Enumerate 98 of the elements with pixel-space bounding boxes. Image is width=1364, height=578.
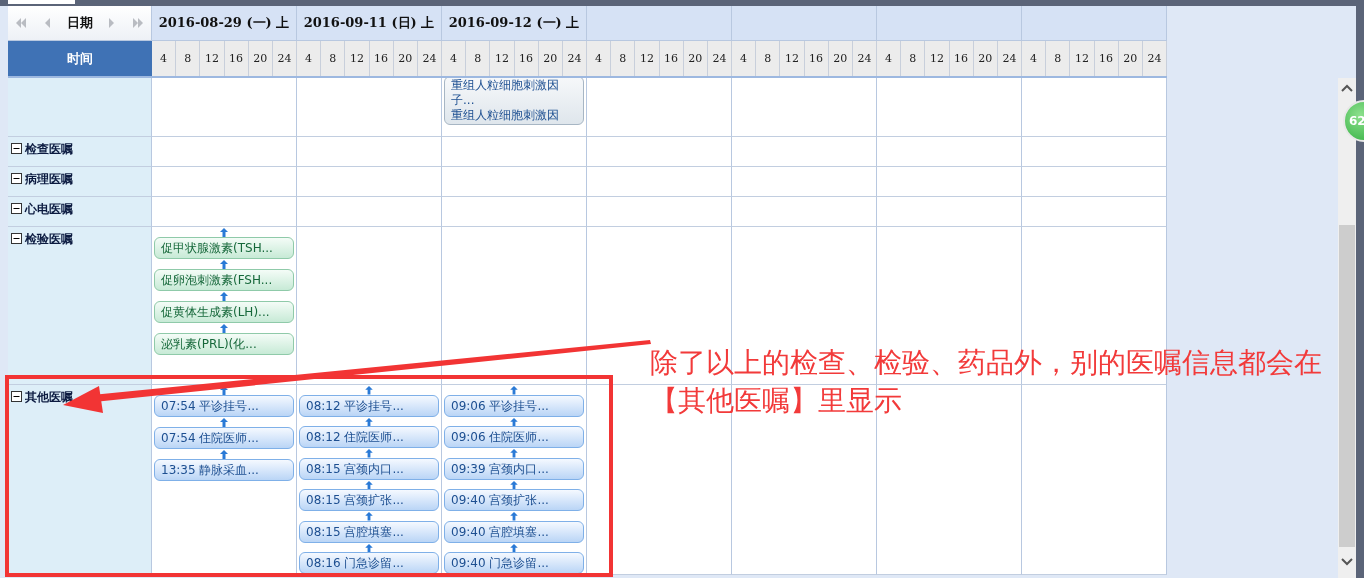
hour-tick: 24 (997, 41, 1023, 76)
hour-tick: 4 (152, 41, 177, 76)
hour-tick: 24 (417, 41, 443, 76)
date-header: 2016-08-29 (一) 上 (152, 6, 297, 41)
up-arrow-icon (365, 480, 373, 489)
order-card[interactable]: 07:54 住院医师... (154, 427, 294, 449)
hour-tick: 12 (635, 41, 660, 76)
order-card[interactable]: 08:12 平诊挂号... (299, 394, 439, 417)
order-card[interactable]: 08:15 宫腔填塞... (299, 520, 439, 543)
hour-tick: 16 (224, 41, 249, 76)
up-arrow-icon (220, 324, 228, 333)
up-arrow-icon (510, 480, 518, 489)
hour-tick: 12 (925, 41, 950, 76)
order-card[interactable]: 促甲状腺激素(TSH... (154, 237, 294, 259)
collapse-icon[interactable] (11, 143, 22, 154)
hour-tick: 4 (1022, 41, 1047, 76)
time-header: 时间 (8, 41, 152, 78)
order-card[interactable]: 促黄体生成素(LH)... (154, 301, 294, 323)
up-arrow-icon (510, 543, 518, 552)
up-arrow-icon (510, 386, 518, 395)
up-arrow-icon (510, 449, 518, 458)
up-arrow-icon (220, 450, 228, 459)
hour-tick: 8 (466, 41, 491, 76)
hour-tick: 20 (1118, 41, 1143, 76)
up-arrow-icon (365, 386, 373, 395)
hour-tick: 24 (707, 41, 733, 76)
hour-tick: 16 (804, 41, 829, 76)
group-label: 病理医嘱 (25, 171, 73, 188)
hour-tick: 20 (393, 41, 418, 76)
collapse-icon[interactable] (11, 391, 22, 402)
hour-tick: 16 (369, 41, 394, 76)
order-card[interactable]: 08:16 门急诊留... (299, 552, 439, 574)
scroll-up-icon[interactable] (1341, 84, 1353, 92)
hour-tick: 12 (345, 41, 370, 76)
order-card[interactable]: 09:06 平诊挂号... (444, 394, 584, 417)
collapse-icon[interactable] (11, 173, 22, 184)
hour-tick: 8 (901, 41, 926, 76)
annotation-note: 除了以上的检查、检验、药品外，别的医嘱信息都会在【其他医嘱】里显示 (650, 345, 1323, 419)
hour-tick: 20 (828, 41, 853, 76)
hour-tick: 24 (1142, 41, 1168, 76)
order-card[interactable]: 重组人粒细胞刺激因 子... 重组人粒细胞刺激因 (444, 78, 584, 125)
order-card[interactable]: 13:35 静脉采血... (154, 459, 294, 481)
scroll-down-icon[interactable] (1341, 558, 1353, 566)
hour-tick: 20 (973, 41, 998, 76)
hour-tick: 8 (1046, 41, 1071, 76)
up-arrow-icon (510, 417, 518, 426)
group-label: 心电医嘱 (25, 201, 73, 218)
order-card[interactable]: 09:40 门急诊留... (444, 552, 584, 574)
date-header: 2016-09-12 (一) 上 (442, 6, 587, 41)
hour-tick: 16 (1094, 41, 1119, 76)
date-header: 2016-09-11 (日) 上 (297, 6, 442, 41)
order-card[interactable]: 09:40 宫颈扩张... (444, 489, 584, 511)
up-arrow-icon (365, 512, 373, 521)
hour-tick: 24 (852, 41, 878, 76)
hour-tick: 20 (538, 41, 563, 76)
hour-tick: 20 (683, 41, 708, 76)
collapse-icon[interactable] (11, 203, 22, 214)
hour-tick: 8 (611, 41, 636, 76)
hour-tick: 8 (176, 41, 201, 76)
hour-tick: 12 (490, 41, 515, 76)
hour-tick: 12 (1070, 41, 1095, 76)
collapse-icon[interactable] (11, 233, 22, 244)
hour-tick: 8 (756, 41, 781, 76)
order-card[interactable]: 促卵泡刺激素(FSH... (154, 269, 294, 291)
hour-tick: 16 (514, 41, 539, 76)
order-card[interactable]: 08:15 宫颈内口... (299, 457, 439, 480)
up-arrow-icon (220, 292, 228, 301)
hour-tick: 24 (562, 41, 588, 76)
hour-tick: 4 (877, 41, 902, 76)
date-label: 日期 (66, 14, 93, 32)
hour-tick: 8 (321, 41, 346, 76)
hour-tick: 24 (272, 41, 298, 76)
order-card[interactable]: 07:54 平诊挂号... (154, 395, 294, 417)
hour-tick: 12 (200, 41, 225, 76)
group-label: 其他医嘱 (25, 389, 73, 406)
hour-tick: 4 (732, 41, 757, 76)
order-card[interactable]: 09:40 宫腔填塞... (444, 520, 584, 543)
hour-tick: 4 (442, 41, 467, 76)
hour-tick: 4 (297, 41, 322, 76)
group-label: 检验医嘱 (25, 231, 73, 248)
up-arrow-icon (510, 512, 518, 521)
up-arrow-icon (220, 228, 228, 237)
up-arrow-icon (365, 449, 373, 458)
hour-tick: 20 (248, 41, 273, 76)
hour-tick: 16 (659, 41, 684, 76)
hour-tick: 12 (780, 41, 805, 76)
up-arrow-icon (365, 543, 373, 552)
order-card[interactable]: 08:12 住院医师... (299, 426, 439, 448)
hour-tick: 4 (587, 41, 612, 76)
hour-tick: 16 (949, 41, 974, 76)
order-card[interactable]: 泌乳素(PRL)(化... (154, 333, 294, 355)
up-arrow-icon (365, 417, 373, 426)
group-label: 检查医嘱 (25, 141, 73, 158)
order-card[interactable]: 08:15 宫颈扩张... (299, 489, 439, 511)
up-arrow-icon (220, 260, 228, 269)
up-arrow-icon (220, 418, 228, 427)
order-card[interactable]: 09:06 住院医师... (444, 426, 584, 448)
order-card[interactable]: 09:39 宫颈内口... (444, 457, 584, 480)
